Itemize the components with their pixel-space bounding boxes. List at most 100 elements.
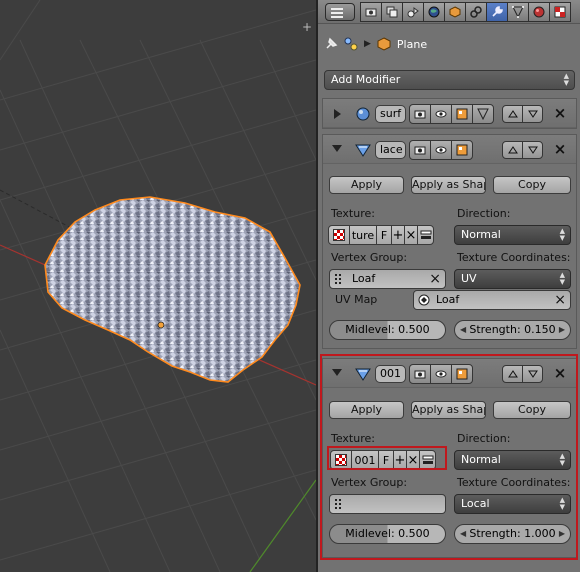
- modifier-name-field[interactable]: surf: [375, 105, 406, 123]
- texture-coordinates-value: Local: [461, 497, 490, 510]
- remove-modifier-button[interactable]: ×: [553, 104, 567, 122]
- modifier-header-surf: surf ×: [323, 99, 576, 128]
- apply-button[interactable]: Apply: [329, 176, 404, 194]
- strength-value: Strength: 1.000: [469, 527, 556, 540]
- texture-checker-icon: [335, 454, 347, 466]
- decrement-arrow-icon[interactable]: ◀: [460, 321, 466, 339]
- clear-field-icon[interactable]: ×: [554, 291, 566, 309]
- editmode-toggle[interactable]: [451, 140, 473, 160]
- copy-button[interactable]: Copy: [493, 401, 571, 419]
- new-texture-button[interactable]: +: [391, 225, 405, 245]
- direction-dropdown[interactable]: Normal ▲ ▼: [454, 450, 571, 470]
- uv-map-label: UV Map: [335, 293, 378, 306]
- render-toggle[interactable]: [409, 140, 431, 160]
- texture-properties-button[interactable]: [419, 450, 436, 470]
- render-toggle[interactable]: [409, 364, 431, 384]
- modifier-name-field[interactable]: lace: [375, 141, 406, 159]
- subsurf-modifier-icon: [356, 107, 370, 121]
- editmode-icon: [456, 144, 468, 156]
- tab-material[interactable]: [528, 2, 550, 22]
- viewport-corner-handle[interactable]: +: [302, 21, 312, 33]
- texture-coordinates-dropdown[interactable]: Local ▲ ▼: [454, 494, 571, 514]
- modifier-visibility-toggles: [409, 140, 473, 160]
- collapse-triangle-icon[interactable]: [332, 145, 342, 152]
- editor-type-menu[interactable]: [325, 3, 355, 21]
- tab-render-layers[interactable]: [381, 2, 403, 22]
- texture-label: Texture:: [331, 432, 375, 445]
- vertex-group-icon: [335, 274, 341, 284]
- midlevel-field[interactable]: Midlevel: 0.500: [329, 320, 446, 340]
- remove-modifier-button[interactable]: ×: [553, 366, 567, 381]
- close-icon: ×: [405, 227, 417, 243]
- modifier-panel-lace: lace × Apply Apply as Shap Copy Texture:…: [322, 134, 577, 349]
- apply-as-shape-button[interactable]: Apply as Shap: [411, 401, 486, 419]
- texture-coordinates-dropdown[interactable]: UV ▲ ▼: [454, 269, 571, 289]
- tab-modifiers[interactable]: [486, 2, 508, 22]
- vertex-group-value: Loaf: [352, 272, 376, 285]
- move-down-button[interactable]: [522, 365, 543, 383]
- strength-field[interactable]: ◀ Strength: 0.150 ▶: [454, 320, 571, 340]
- editmode-toggle[interactable]: [451, 364, 473, 384]
- move-buttons: [502, 141, 543, 159]
- viewport-toggle[interactable]: [430, 364, 452, 384]
- increment-arrow-icon[interactable]: ▶: [559, 321, 565, 339]
- move-up-button[interactable]: [502, 105, 523, 123]
- clear-field-icon[interactable]: ×: [429, 270, 441, 288]
- tab-object[interactable]: [444, 2, 466, 22]
- move-down-button[interactable]: [522, 105, 543, 123]
- tab-world[interactable]: [423, 2, 445, 22]
- uv-map-field[interactable]: Loaf ×: [413, 290, 571, 310]
- editmode-toggle[interactable]: [451, 104, 473, 124]
- add-modifier-dropdown[interactable]: Add Modifier ▲ ▼: [324, 70, 575, 90]
- unlink-texture-button[interactable]: ×: [404, 225, 418, 245]
- tab-constraints[interactable]: [465, 2, 487, 22]
- cage-toggle[interactable]: [472, 104, 494, 124]
- strength-field[interactable]: ◀ Strength: 1.000 ▶: [454, 524, 571, 544]
- unlink-texture-button[interactable]: ×: [406, 450, 420, 470]
- apply-button[interactable]: Apply: [329, 401, 404, 419]
- texture-properties-button[interactable]: [417, 225, 434, 245]
- new-texture-button[interactable]: +: [393, 450, 407, 470]
- camera-icon: [414, 110, 426, 119]
- modifier-visibility-toggles: [409, 104, 494, 124]
- fake-user-button[interactable]: F: [378, 450, 394, 470]
- move-down-button[interactable]: [522, 141, 543, 159]
- apply-as-shape-button[interactable]: Apply as Shap: [411, 176, 486, 194]
- viewport-toggle[interactable]: [430, 104, 452, 124]
- tab-data[interactable]: [507, 2, 529, 22]
- move-up-button[interactable]: [502, 141, 523, 159]
- tab-scene[interactable]: [402, 2, 424, 22]
- expand-triangle-icon[interactable]: [334, 109, 341, 119]
- move-up-button[interactable]: [502, 365, 523, 383]
- direction-dropdown[interactable]: Normal ▲ ▼: [454, 225, 571, 245]
- direction-label: Direction:: [457, 207, 511, 220]
- pin-icon[interactable]: [324, 37, 338, 51]
- remove-modifier-button[interactable]: ×: [553, 142, 567, 157]
- collapse-triangle-icon[interactable]: [332, 369, 342, 376]
- decrement-arrow-icon[interactable]: ◀: [460, 525, 466, 543]
- vertex-group-field[interactable]: [329, 494, 446, 514]
- tab-texture[interactable]: [549, 2, 571, 22]
- close-icon: ×: [553, 104, 567, 122]
- texture-settings-icon: [420, 230, 431, 239]
- midlevel-field[interactable]: Midlevel: 0.500: [329, 524, 446, 544]
- increment-arrow-icon[interactable]: ▶: [559, 525, 565, 543]
- texture-browse-button[interactable]: [330, 450, 352, 470]
- updown-arrow-icon: ▲ ▼: [563, 72, 569, 87]
- vertex-group-field[interactable]: Loaf ×: [329, 269, 446, 289]
- triangle-down-icon: [527, 370, 538, 378]
- texture-name-field[interactable]: 001: [351, 450, 379, 470]
- displaced-mesh: [44, 196, 301, 383]
- modifier-name-field[interactable]: 001: [375, 365, 406, 383]
- render-toggle[interactable]: [409, 104, 431, 124]
- wrench-icon: [492, 6, 503, 17]
- blender-window: + ▶ Plane Add Modifier ▲ ▼ surf × lace ×…: [0, 0, 580, 572]
- tab-render[interactable]: [360, 2, 382, 22]
- texture-selector: ture F + ×: [328, 225, 434, 245]
- copy-button[interactable]: Copy: [493, 176, 571, 194]
- 3d-viewport[interactable]: +: [0, 0, 316, 572]
- texture-browse-button[interactable]: [328, 225, 350, 245]
- viewport-toggle[interactable]: [430, 140, 452, 160]
- fake-user-button[interactable]: F: [376, 225, 392, 245]
- texture-name-field[interactable]: ture: [349, 225, 377, 245]
